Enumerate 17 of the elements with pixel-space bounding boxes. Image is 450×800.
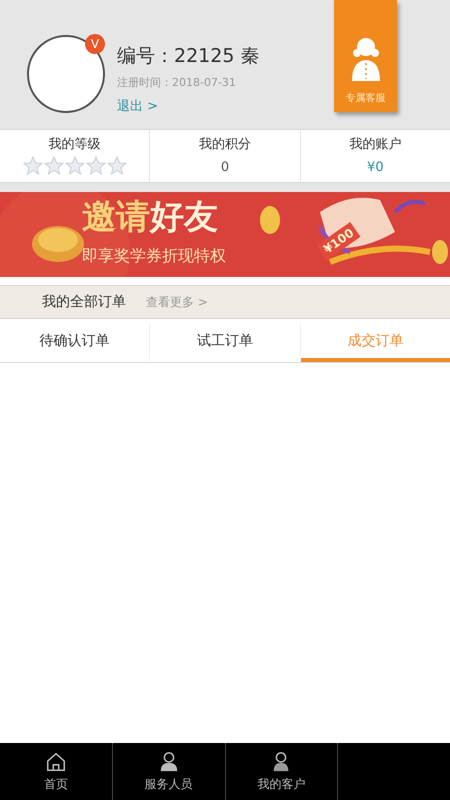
register-date: 注册时间：2018-07-31 [117, 74, 237, 90]
star-icon [22, 156, 43, 176]
orders-title: 我的全部订单 [42, 292, 126, 312]
banner-title: 邀请好友 [82, 199, 218, 236]
stat-label: 我的账户 [349, 136, 402, 154]
account-balance: ¥0 [367, 158, 384, 176]
star-icon [106, 156, 127, 176]
member-id: 编号：22125 秦 [117, 44, 260, 69]
vip-badge: V [85, 34, 105, 54]
star-icon [64, 156, 85, 176]
points-value: 0 [220, 158, 230, 176]
banner-subtitle: 即享奖学券折现特权 [82, 245, 226, 267]
stat-label: 我的等级 [48, 136, 101, 154]
home-icon [44, 750, 67, 772]
star-icon [86, 156, 106, 176]
stat-label: 我的积分 [198, 136, 251, 154]
star-icon [44, 156, 64, 176]
